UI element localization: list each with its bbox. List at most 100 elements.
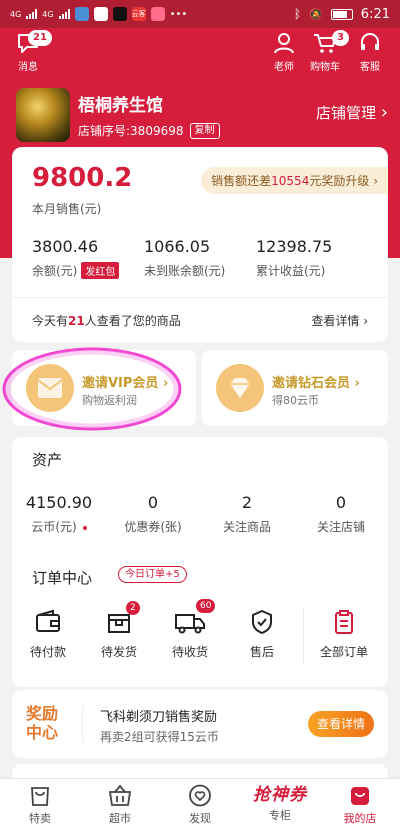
tab-supermarket-label: 超市 bbox=[109, 812, 131, 825]
network-label-1: 4G bbox=[10, 9, 22, 19]
cloud-coins-label: 云币(元) bbox=[31, 520, 77, 534]
teacher-label: 老师 bbox=[274, 62, 294, 73]
tab-counter[interactable]: 抢神券 专柜 bbox=[250, 784, 310, 823]
viewed-suffix: 人查看了您的商品 bbox=[84, 314, 181, 328]
reward-details-button[interactable]: 查看详情 bbox=[308, 711, 374, 737]
all-orders-label: 全部订单 bbox=[319, 645, 368, 659]
balance-stat[interactable]: 3800.46 余额(元) 发红包 bbox=[32, 237, 120, 279]
after-sales-button[interactable]: 售后 bbox=[230, 609, 294, 660]
messages-label: 消息 bbox=[18, 62, 38, 73]
tab-supermarket[interactable]: 超市 bbox=[90, 784, 150, 826]
store-manage-label: 店铺管理 bbox=[316, 104, 377, 122]
person-icon bbox=[274, 33, 294, 54]
pending-payment-label: 待付款 bbox=[29, 645, 66, 659]
followed-products-label: 关注商品 bbox=[222, 520, 271, 534]
pending-shipment-badge: 2 bbox=[126, 601, 140, 615]
status-bar: 4G 4G 云客 ••• ᛒ 🔕 6:21 bbox=[0, 0, 400, 28]
invite-diamond-title: 邀请钻石会员 › bbox=[272, 372, 360, 391]
invite-diamond-card[interactable]: 邀请钻石会员 › 得80云币 bbox=[202, 350, 388, 426]
mute-icon: 🔕 bbox=[309, 7, 323, 21]
tab-sale[interactable]: 特卖 bbox=[10, 784, 70, 826]
headset-icon bbox=[361, 33, 379, 50]
battery-icon bbox=[330, 8, 353, 20]
invite-vip-card[interactable]: 邀请VIP会员 › 购物返利润 bbox=[2, 347, 196, 431]
invite-diamond-subtitle: 得80云币 bbox=[272, 394, 319, 407]
shield-icon bbox=[252, 609, 272, 635]
all-orders-button[interactable]: 全部订单 bbox=[312, 609, 376, 660]
wechat-app-icon bbox=[93, 7, 108, 21]
copy-button[interactable]: 复制 bbox=[189, 122, 220, 139]
pending-receipt-button[interactable]: 待收货 bbox=[158, 609, 222, 660]
store-manage-link[interactable]: 店铺管理 › bbox=[316, 102, 388, 123]
reward-tag-line2: 中心 bbox=[26, 723, 59, 742]
cart-label: 购物车 bbox=[310, 62, 340, 73]
chevron-right-icon: › bbox=[354, 376, 360, 391]
viewed-prefix: 今天有 bbox=[32, 314, 69, 328]
tab-sale-label: 特卖 bbox=[29, 812, 51, 825]
assets-title: 资产 bbox=[32, 451, 63, 469]
service-button[interactable]: 客服 bbox=[350, 32, 390, 73]
total-earnings-stat[interactable]: 12398.75 累计收益(元) bbox=[256, 237, 332, 279]
rush-coupon-logo: 抢神券 bbox=[253, 785, 307, 805]
cart-badge: 3 bbox=[332, 30, 349, 46]
total-earnings-value: 12398.75 bbox=[256, 237, 333, 256]
tab-my-store-label: 我的店 bbox=[343, 812, 377, 825]
store-name: 梧桐养生馆 bbox=[78, 96, 163, 116]
notification-dot bbox=[82, 525, 87, 530]
red-packet-button[interactable]: 发红包 bbox=[81, 262, 120, 279]
teacher-button[interactable]: 老师 bbox=[264, 32, 304, 73]
reward-title: 飞科剃须刀销售奖励 bbox=[100, 710, 218, 725]
clipboard-icon bbox=[335, 610, 353, 634]
tab-my-store[interactable]: 我的店 bbox=[330, 784, 390, 826]
pending-payment-button[interactable]: 待付款 bbox=[16, 609, 80, 660]
tab-discover-label: 发现 bbox=[189, 812, 211, 825]
chevron-right-icon: › bbox=[373, 174, 378, 188]
followed-products-value: 2 bbox=[241, 493, 253, 512]
store-info: 梧桐养生馆 店铺序号:3809698 复制 bbox=[16, 88, 220, 142]
heart-circle-icon bbox=[189, 784, 211, 807]
view-details-link[interactable]: 查看详情 › bbox=[311, 312, 368, 329]
tab-counter-label: 专柜 bbox=[269, 809, 291, 822]
divider bbox=[303, 607, 304, 665]
signal-icon-2 bbox=[58, 9, 70, 19]
followed-stores-stat[interactable]: 0 关注店铺 bbox=[294, 493, 388, 535]
pending-balance-stat[interactable]: 1066.05 未到账余额(元) bbox=[144, 237, 225, 279]
cloud-app-icon: 云客 bbox=[131, 7, 146, 21]
upgrade-prefix: 销售额还差 bbox=[211, 174, 272, 188]
sales-card: 9800.2 本月销售(元) 销售额还差10554元奖励升级 › 3800.46… bbox=[12, 147, 388, 342]
network-label-2: 4G bbox=[42, 9, 54, 19]
order-center-title: 订单中心 bbox=[32, 569, 93, 587]
chevron-right-icon: › bbox=[380, 102, 388, 123]
upgrade-amount: 10554 bbox=[271, 174, 310, 188]
coupons-stat[interactable]: 0 优惠券(张) bbox=[106, 493, 200, 535]
store-avatar[interactable] bbox=[16, 88, 70, 142]
clock: 6:21 bbox=[360, 6, 390, 22]
after-sales-label: 售后 bbox=[249, 645, 274, 659]
pending-receipt-label: 待收货 bbox=[171, 645, 208, 659]
balance-label: 余额(元) bbox=[32, 264, 78, 278]
highlight-circle bbox=[2, 347, 182, 431]
coupons-value: 0 bbox=[147, 493, 159, 512]
pending-shipment-label: 待发货 bbox=[100, 645, 137, 659]
bluetooth-icon: ᛒ bbox=[293, 7, 302, 21]
today-orders-badge: 今日订单+5 bbox=[118, 566, 187, 583]
messages-badge: 21 bbox=[28, 30, 52, 46]
followed-stores-label: 关注店铺 bbox=[316, 520, 365, 534]
upgrade-reward-link[interactable]: 销售额还差10554元奖励升级 › bbox=[201, 167, 388, 194]
cloud-coins-stat[interactable]: 4150.90 云币(元) bbox=[12, 493, 106, 535]
followed-products-stat[interactable]: 2 关注商品 bbox=[200, 493, 294, 535]
coupons-label: 优惠券(张) bbox=[124, 520, 182, 534]
bottom-tab-bar: 特卖 超市 发现 抢神券 专柜 我的店 bbox=[0, 778, 400, 831]
reward-card[interactable]: 奖励 中心 飞科剃须刀销售奖励 再卖2组可获得15云币 查看详情 bbox=[12, 690, 388, 758]
signal-icon bbox=[26, 9, 38, 19]
tiktok-app-icon bbox=[112, 7, 127, 21]
viewed-notice: 今天有21人查看了您的商品 bbox=[32, 312, 181, 329]
reward-subtitle: 再卖2组可获得15云币 bbox=[100, 730, 219, 744]
tab-discover[interactable]: 发现 bbox=[170, 784, 230, 826]
gallery-app-icon bbox=[74, 7, 89, 21]
app-icon bbox=[150, 7, 165, 21]
assets-card: 资产 4150.90 云币(元) 0 优惠券(张) 2 关注商品 0 关注店铺 … bbox=[12, 437, 388, 687]
pending-shipment-button[interactable]: 待发货 bbox=[87, 609, 151, 660]
viewed-count: 21 bbox=[68, 314, 85, 328]
total-earnings-label: 累计收益(元) bbox=[256, 264, 326, 278]
